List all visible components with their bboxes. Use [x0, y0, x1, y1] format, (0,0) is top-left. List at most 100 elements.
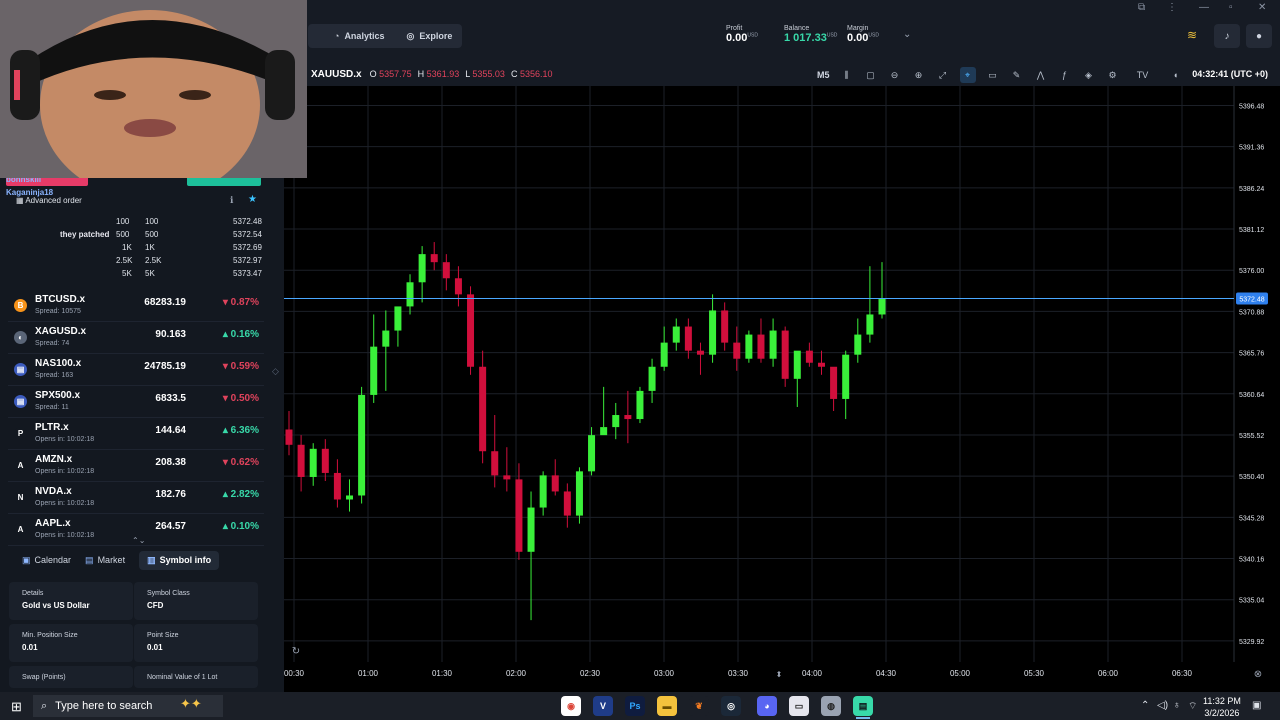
watchlist-row[interactable]: ▤ NAS100.x Spread: 163 24785.19 ▾ 0.59% — [8, 354, 264, 386]
candle-body — [817, 362, 825, 367]
side-collapse-icon[interactable]: ◇ — [272, 366, 279, 377]
notification-center-icon[interactable]: ▣ — [1252, 700, 1261, 711]
change-arrow-icon: ▾ — [222, 457, 231, 468]
ob-price: 5372.97 — [233, 256, 262, 265]
candle-body — [624, 415, 632, 420]
tab-symbol-info[interactable]: ▥ Symbol info — [139, 550, 220, 570]
watchlist-row[interactable]: N NVDA.x Opens in: 10:02:18 182.76 ▴ 2.82% — [8, 482, 264, 514]
instrument-price: 182.76 — [155, 489, 186, 500]
tab-calendar[interactable]: ▣ Calendar — [22, 555, 71, 566]
watchlist-row[interactable]: A AMZN.x Opens in: 10:02:18 208.38 ▾ 0.62% — [8, 450, 264, 482]
orderbook-row[interactable]: 2.5K 2.5K 5372.97 — [6, 255, 264, 267]
price-chart[interactable]: 00:30 01:00 01:30 02:00 02:30 03:00 03:30 04:00… — [284, 86, 1280, 692]
zoom-out-icon[interactable]: ⊖ — [888, 68, 902, 82]
y-tick-label: 5365.76 — [1239, 351, 1264, 358]
orderbook-row[interactable]: 100 100 5372.48 — [6, 216, 264, 228]
more-menu-icon[interactable]: ⋮ — [1167, 2, 1177, 13]
indicators-icon[interactable]: ƒ — [1058, 68, 1072, 82]
app-window-icon[interactable]: ▭ — [789, 696, 809, 716]
orderbook-row[interactable]: 500 500 5372.54 — [6, 229, 264, 241]
photoshop-icon[interactable]: Ps — [625, 696, 645, 716]
chart-settings-icon[interactable]: ⊗ — [1254, 669, 1262, 680]
layers-icon[interactable]: ◈ — [1082, 68, 1096, 82]
collapse-watchlist-icon[interactable]: ⌃⌄ — [132, 536, 145, 545]
zoom-in-icon[interactable]: ⊕ — [912, 68, 926, 82]
theme-toggle-icon[interactable]: ◖ — [1166, 68, 1186, 82]
candlestick-chart[interactable]: 00:30 01:00 01:30 02:00 02:30 03:00 03:30 04:00… — [284, 86, 1280, 692]
advanced-order-link[interactable]: ▦ Advanced order — [16, 196, 82, 205]
balance-currency: USD — [826, 32, 838, 39]
webcam-image — [0, 0, 307, 178]
profit-label: Profit — [726, 25, 743, 32]
windows-start-icon[interactable]: ⊞ — [11, 699, 22, 715]
watchlist-row[interactable]: P PLTR.x Opens in: 10:02:18 144.64 ▴ 6.36% — [8, 418, 264, 450]
watchlist-row[interactable]: ▤ SPX500.x Spread: 11 6833.5 ▾ 0.50% — [8, 386, 264, 418]
maximize-icon[interactable]: ▫ — [1229, 2, 1233, 13]
ob-price: 5372.69 — [233, 243, 262, 252]
instrument-price: 90.163 — [155, 329, 186, 340]
candle-body — [636, 390, 644, 420]
steam-icon[interactable]: ◎ — [721, 696, 741, 716]
fl-studio-icon[interactable]: ❦ — [689, 696, 709, 716]
margin-label: Margin — [847, 25, 869, 32]
watchlist-row[interactable]: ◐ XAGUSD.x Spread: 74 90.163 ▴ 0.16% — [8, 322, 264, 354]
volume-icon[interactable]: ◁) — [1157, 700, 1168, 711]
instrument-icon: ◐ — [14, 331, 27, 344]
ruler-icon[interactable]: ▭ — [986, 68, 1000, 82]
info-value: 0.01 — [147, 643, 163, 652]
orderbook-row[interactable]: 1K 1K 5372.69 — [6, 242, 264, 254]
tray-chevron-icon[interactable]: ⌃ — [1141, 700, 1149, 711]
taskbar-clock[interactable]: 11:32 PM 3/2/2026 — [1203, 695, 1241, 719]
tab-market[interactable]: ▤ Market — [85, 555, 125, 566]
y-tick-label: 5376.00 — [1239, 268, 1264, 275]
crosshair-icon[interactable]: ⌖ — [959, 67, 976, 83]
pattern-icon[interactable]: ⋀ — [1034, 68, 1048, 82]
network-icon[interactable]: ⌔ — [1188, 700, 1197, 713]
chrome-icon[interactable]: ◉ — [561, 696, 581, 716]
extensions-icon[interactable]: ⧉ — [1138, 2, 1145, 13]
connection-icon: ≋ — [1187, 28, 1198, 42]
vscode-icon[interactable]: V — [593, 696, 613, 716]
analytics-button[interactable]: ◔ Analytics — [334, 31, 384, 41]
minimize-icon[interactable]: — — [1199, 2, 1209, 13]
file-explorer-icon[interactable]: ▬ — [657, 696, 677, 716]
candle-body — [878, 298, 886, 315]
change-arrow-icon: ▾ — [222, 361, 231, 372]
y-tick-label: 5355.52 — [1239, 433, 1264, 440]
timeframe-selector[interactable]: M5 — [817, 70, 830, 80]
explore-button[interactable]: ◎ Explore — [406, 31, 452, 42]
settings-gear-icon[interactable]: ⚙ — [1106, 68, 1120, 82]
obs-icon[interactable]: ◍ — [821, 696, 841, 716]
instrument-icon: P — [14, 427, 27, 440]
watchlist-row[interactable]: B BTCUSD.x Spread: 10575 68283.19 ▾ 0.87% — [8, 290, 264, 322]
account-expand-chevron-icon[interactable]: ⌄ — [903, 29, 911, 40]
square-icon[interactable]: ▢ — [864, 68, 878, 82]
scroll-arrows-icon[interactable]: ⬍ — [776, 670, 783, 679]
info-icon[interactable]: ℹ — [230, 195, 233, 206]
search-input[interactable] — [55, 700, 176, 712]
instrument-price: 68283.19 — [144, 297, 186, 308]
ohlc-low: L 5355.03 — [465, 69, 505, 79]
chart-reset-icon[interactable]: ↻ — [292, 646, 300, 657]
fullscreen-icon[interactable]: ⤢ — [936, 68, 950, 82]
close-label: C — [510, 69, 518, 79]
user-profile-icon[interactable]: ● — [1246, 24, 1272, 48]
orderbook-row[interactable]: 5K 5K 5373.47 — [6, 268, 264, 280]
y-tick-label: 5370.88 — [1239, 309, 1264, 316]
trading-app-icon[interactable]: ▤ — [853, 696, 873, 716]
instrument-name: AAPL.x — [35, 518, 71, 529]
analytics-label: Analytics — [344, 31, 385, 41]
favorite-star-icon[interactable]: ★ — [248, 194, 257, 205]
discord-icon[interactable]: ◕ — [757, 696, 777, 716]
balance-display: Balance 1 017.33USD — [784, 25, 837, 44]
candle-body — [781, 330, 789, 379]
close-icon[interactable]: ✕ — [1258, 2, 1266, 13]
instrument-icon: N — [14, 491, 27, 504]
pen-icon[interactable]: ✎ — [1010, 68, 1024, 82]
change-value: 6.36% — [230, 425, 259, 436]
candle-body — [515, 479, 523, 552]
microphone-icon[interactable]: ♁ — [1173, 700, 1181, 711]
notifications-bell-icon[interactable]: ♪ — [1214, 24, 1240, 48]
candle-type-icon[interactable]: ⫼ — [840, 68, 854, 82]
ohlc-high: H 5361.93 — [418, 69, 460, 79]
